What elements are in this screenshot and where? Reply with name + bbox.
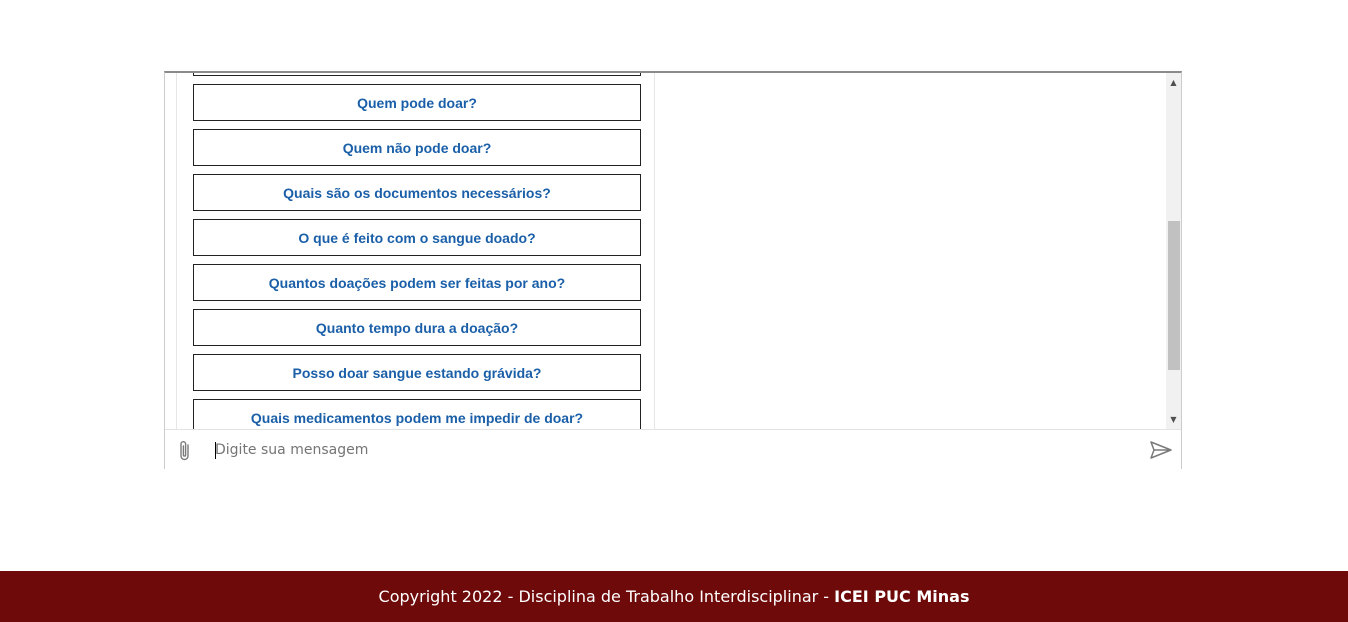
messages-scrollbar[interactable]: ▲ ▼	[1166, 73, 1181, 429]
paperclip-icon[interactable]	[177, 439, 193, 463]
text-caret	[215, 442, 216, 459]
footer-copyright-text: Copyright 2022 - Disciplina de Trabalho …	[378, 587, 835, 606]
chat-messages-area: Quem pode doar? Quem não pode doar? Quai…	[165, 73, 1166, 429]
quick-reply-option[interactable]: O que é feito com o sangue doado?	[193, 219, 641, 256]
scroll-up-arrow-icon[interactable]: ▲	[1166, 75, 1181, 90]
quick-reply-option[interactable]: Quais são os documentos necessários?	[193, 174, 641, 211]
quick-reply-option-label: Quanto tempo dura a doação?	[315, 319, 519, 336]
quick-reply-option-label: Quem pode doar?	[357, 94, 477, 111]
site-footer: Copyright 2022 - Disciplina de Trabalho …	[0, 571, 1348, 622]
quick-reply-option-label: Posso doar sangue estando grávida?	[292, 364, 542, 381]
send-icon[interactable]	[1149, 440, 1173, 460]
quick-reply-option[interactable]: Posso doar sangue estando grávida?	[193, 354, 641, 391]
message-input[interactable]	[215, 438, 1115, 462]
footer-institution: ICEI PUC Minas	[834, 587, 970, 606]
quick-reply-option[interactable]: Quanto tempo dura a doação?	[193, 309, 641, 346]
scrollbar-thumb[interactable]	[1168, 221, 1180, 370]
chat-window: Quem pode doar? Quem não pode doar? Quai…	[164, 71, 1182, 469]
quick-reply-option[interactable]: Quantos doações podem ser feitas por ano…	[193, 264, 641, 301]
scroll-down-arrow-icon[interactable]: ▼	[1166, 412, 1181, 427]
message-input-bar	[165, 429, 1181, 469]
quick-reply-option-label: Quais são os documentos necessários?	[283, 184, 551, 201]
page: Quem pode doar? Quem não pode doar? Quai…	[0, 0, 1348, 622]
quick-reply-option-label: O que é feito com o sangue doado?	[298, 229, 536, 246]
quick-reply-option[interactable]: Quem pode doar?	[193, 84, 641, 121]
quick-reply-option-label: Quantos doações podem ser feitas por ano…	[268, 274, 566, 291]
quick-reply-option[interactable]: Quais medicamentos podem me impedir de d…	[193, 399, 641, 429]
quick-reply-option-label: Quais medicamentos podem me impedir de d…	[250, 409, 584, 426]
quick-reply-panel: Quem pode doar? Quem não pode doar? Quai…	[176, 73, 655, 429]
quick-reply-option-label: Quem não pode doar?	[342, 139, 492, 156]
quick-reply-option[interactable]: Quem não pode doar?	[193, 129, 641, 166]
quick-reply-option-hidden[interactable]	[193, 73, 641, 76]
